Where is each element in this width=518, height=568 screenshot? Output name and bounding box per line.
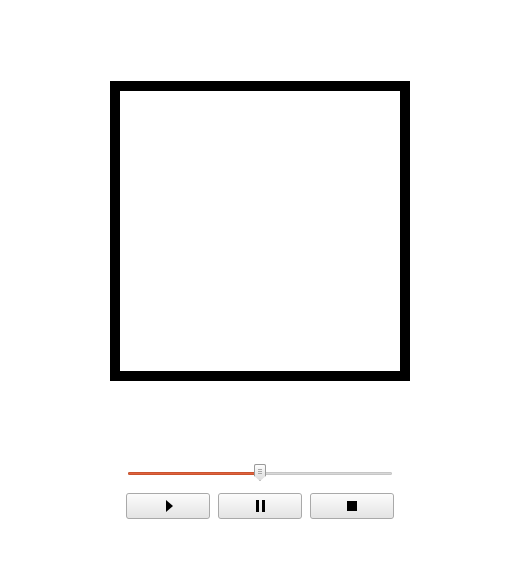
stop-button[interactable]: [310, 493, 394, 519]
slider-thumb[interactable]: [254, 464, 266, 481]
play-button[interactable]: [126, 493, 210, 519]
animation-canvas: [110, 81, 410, 381]
pause-icon: [255, 500, 265, 512]
play-icon: [165, 500, 173, 512]
stop-icon: [347, 501, 357, 511]
playback-controls: [126, 493, 394, 519]
progress-slider[interactable]: [128, 464, 392, 482]
pause-button[interactable]: [218, 493, 302, 519]
slider-fill: [128, 472, 260, 475]
